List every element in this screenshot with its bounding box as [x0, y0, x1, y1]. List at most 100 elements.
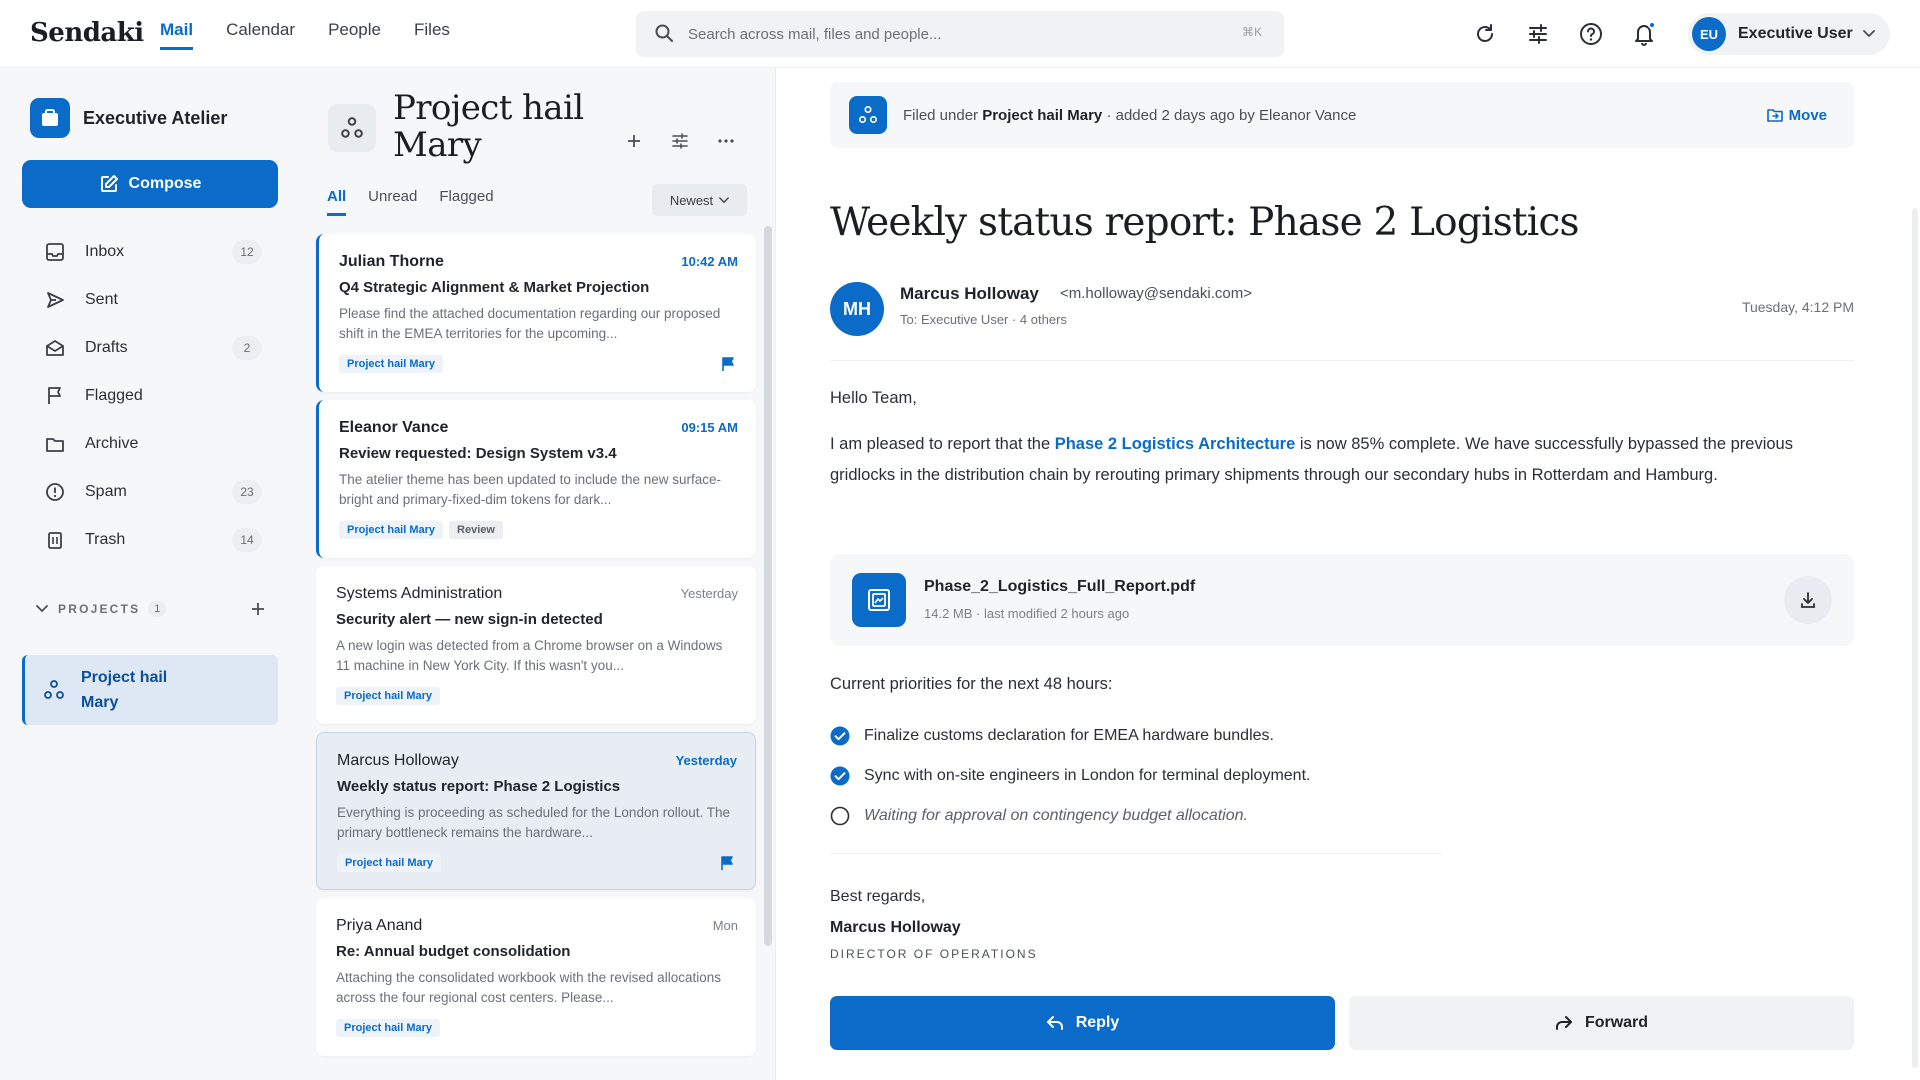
workspace-logo-icon: [30, 98, 70, 138]
message-card[interactable]: Systems Administration Yesterday Securit…: [316, 566, 756, 724]
flag-icon[interactable]: [719, 855, 735, 871]
card-time: Mon: [712, 918, 738, 933]
project-label: Project hail Mary: [81, 669, 168, 711]
sort-dropdown[interactable]: Newest: [652, 184, 747, 216]
chevron-down-icon: [719, 196, 730, 204]
sender-avatar[interactable]: MH: [830, 282, 884, 336]
sidebar-item-drafts[interactable]: Drafts 2: [22, 324, 278, 372]
sidebar-item-label: Flagged: [85, 387, 143, 404]
more-options-icon[interactable]: [714, 129, 738, 153]
card-tags: Project hail Mary: [337, 854, 442, 872]
sign-off: Best regards,: [830, 888, 926, 905]
tab-unread[interactable]: Unread: [368, 188, 417, 216]
search-shortcut: ⌘K: [1241, 25, 1262, 39]
message-card[interactable]: Priya Anand Mon Re: Annual budget consol…: [316, 898, 756, 1056]
sidebar-item-sent[interactable]: Sent: [22, 276, 278, 324]
message-list-pane: Project hail Mary All Unread Flagged New…: [300, 68, 776, 1080]
inbox-count-badge: 12: [232, 240, 262, 264]
paragraph-before: I am pleased to report that the: [830, 435, 1055, 453]
compose-button[interactable]: Compose: [22, 160, 278, 208]
add-project-icon[interactable]: [250, 601, 266, 617]
forward-button[interactable]: Forward: [1349, 996, 1854, 1050]
nav-mail[interactable]: Mail: [160, 20, 194, 50]
tab-flagged[interactable]: Flagged: [439, 188, 493, 216]
filter-settings-icon[interactable]: [1525, 21, 1551, 47]
flag-icon[interactable]: [720, 356, 736, 372]
check-circle-icon[interactable]: [830, 726, 850, 746]
reader-scrollbar[interactable]: [1912, 208, 1918, 1068]
card-time: Yesterday: [675, 753, 737, 768]
filed-prefix: Filed under: [903, 106, 979, 124]
sender-name[interactable]: Marcus Holloway: [900, 284, 1039, 304]
tab-all[interactable]: All: [327, 188, 347, 216]
user-menu[interactable]: EU Executive User: [1688, 13, 1890, 55]
filter-icon[interactable]: [668, 129, 692, 153]
compose-label: Compose: [128, 175, 202, 192]
workspace-header[interactable]: Executive Atelier: [30, 98, 227, 138]
recipients[interactable]: To: Executive User · 4 others: [900, 312, 1067, 327]
architecture-link[interactable]: Phase 2 Logistics Architecture: [1055, 435, 1296, 453]
sidebar-item-trash[interactable]: Trash 14: [22, 516, 278, 564]
sidebar-project-hail-mary[interactable]: Project hail Mary: [22, 655, 278, 725]
attachment-card[interactable]: Phase_2_Logistics_Full_Report.pdf 14.2 M…: [830, 554, 1854, 646]
nav-calendar[interactable]: Calendar: [226, 20, 295, 50]
message-card-selected[interactable]: Marcus Holloway Yesterday Weekly status …: [316, 732, 756, 890]
project-tag[interactable]: Project hail Mary: [336, 687, 441, 705]
search-input[interactable]: [688, 11, 1188, 57]
task-item[interactable]: Finalize customs declaration for EMEA ha…: [830, 716, 1310, 756]
chevron-down-icon[interactable]: [36, 605, 48, 613]
card-subject: Review requested: Design System v3.4: [339, 445, 617, 462]
move-button[interactable]: Move: [1766, 106, 1827, 124]
card-preview: The atelier theme has been updated to in…: [339, 472, 721, 507]
sort-label: Newest: [669, 192, 714, 208]
sidebar-item-spam[interactable]: Spam 23: [22, 468, 278, 516]
message-card[interactable]: Julian Thorne 10:42 AM Q4 Strategic Alig…: [316, 234, 756, 392]
notifications-icon[interactable]: [1631, 21, 1657, 47]
drafts-count-badge: 2: [232, 336, 262, 360]
send-icon: [44, 289, 66, 311]
folder-list: Inbox 12 Sent Drafts 2 Flagged Archive S…: [22, 228, 278, 564]
drafts-icon: [44, 337, 66, 359]
sidebar-item-archive[interactable]: Archive: [22, 420, 278, 468]
filed-project[interactable]: Project hail Mary: [982, 107, 1102, 124]
add-icon[interactable]: [622, 129, 646, 153]
project-icon: [849, 96, 887, 134]
reply-label: Reply: [1075, 1014, 1120, 1031]
task-item[interactable]: Sync with on-site engineers in London fo…: [830, 756, 1310, 796]
compose-icon: [99, 174, 119, 194]
task-item[interactable]: Waiting for approval on contingency budg…: [830, 796, 1310, 836]
empty-circle-icon[interactable]: [830, 806, 850, 826]
card-sender: Julian Thorne: [339, 253, 444, 270]
reply-button[interactable]: Reply: [830, 996, 1335, 1050]
sidebar-item-inbox[interactable]: Inbox 12: [22, 228, 278, 276]
nav-files[interactable]: Files: [414, 20, 450, 50]
project-tag[interactable]: Project hail Mary: [339, 521, 444, 539]
brand-logo[interactable]: Sendaki: [30, 18, 144, 48]
forward-icon: [1555, 1015, 1573, 1031]
project-tag[interactable]: Project hail Mary: [336, 1019, 441, 1037]
move-label: Move: [1788, 106, 1827, 124]
project-tag[interactable]: Project hail Mary: [337, 854, 442, 872]
projects-label: PROJECTS: [58, 602, 141, 616]
download-icon[interactable]: [1784, 576, 1832, 624]
card-preview: Please find the attached documentation r…: [339, 306, 721, 341]
sidebar-item-flagged[interactable]: Flagged: [22, 372, 278, 420]
project-tag[interactable]: Project hail Mary: [339, 355, 444, 373]
help-icon[interactable]: [1578, 21, 1604, 47]
archive-icon: [44, 433, 66, 455]
list-scrollbar[interactable]: [764, 226, 772, 946]
card-sender: Systems Administration: [336, 585, 503, 602]
review-tag[interactable]: Review: [449, 521, 503, 539]
card-sender: Marcus Holloway: [337, 752, 459, 769]
move-icon: [1766, 108, 1783, 122]
list-title: Project hail Mary: [393, 88, 584, 165]
nav-people[interactable]: People: [328, 20, 381, 50]
filed-under-text: Filed under Project hail Mary · added 2 …: [903, 107, 1356, 124]
refresh-icon[interactable]: [1472, 21, 1498, 47]
message-card[interactable]: Eleanor Vance 09:15 AM Review requested:…: [316, 400, 756, 558]
check-circle-icon[interactable]: [830, 766, 850, 786]
sender-email[interactable]: <m.holloway@sendaki.com>: [1060, 285, 1252, 302]
flag-icon: [44, 385, 66, 407]
card-tags: Project hail Mary: [336, 687, 441, 705]
task-list: Finalize customs declaration for EMEA ha…: [830, 716, 1310, 836]
